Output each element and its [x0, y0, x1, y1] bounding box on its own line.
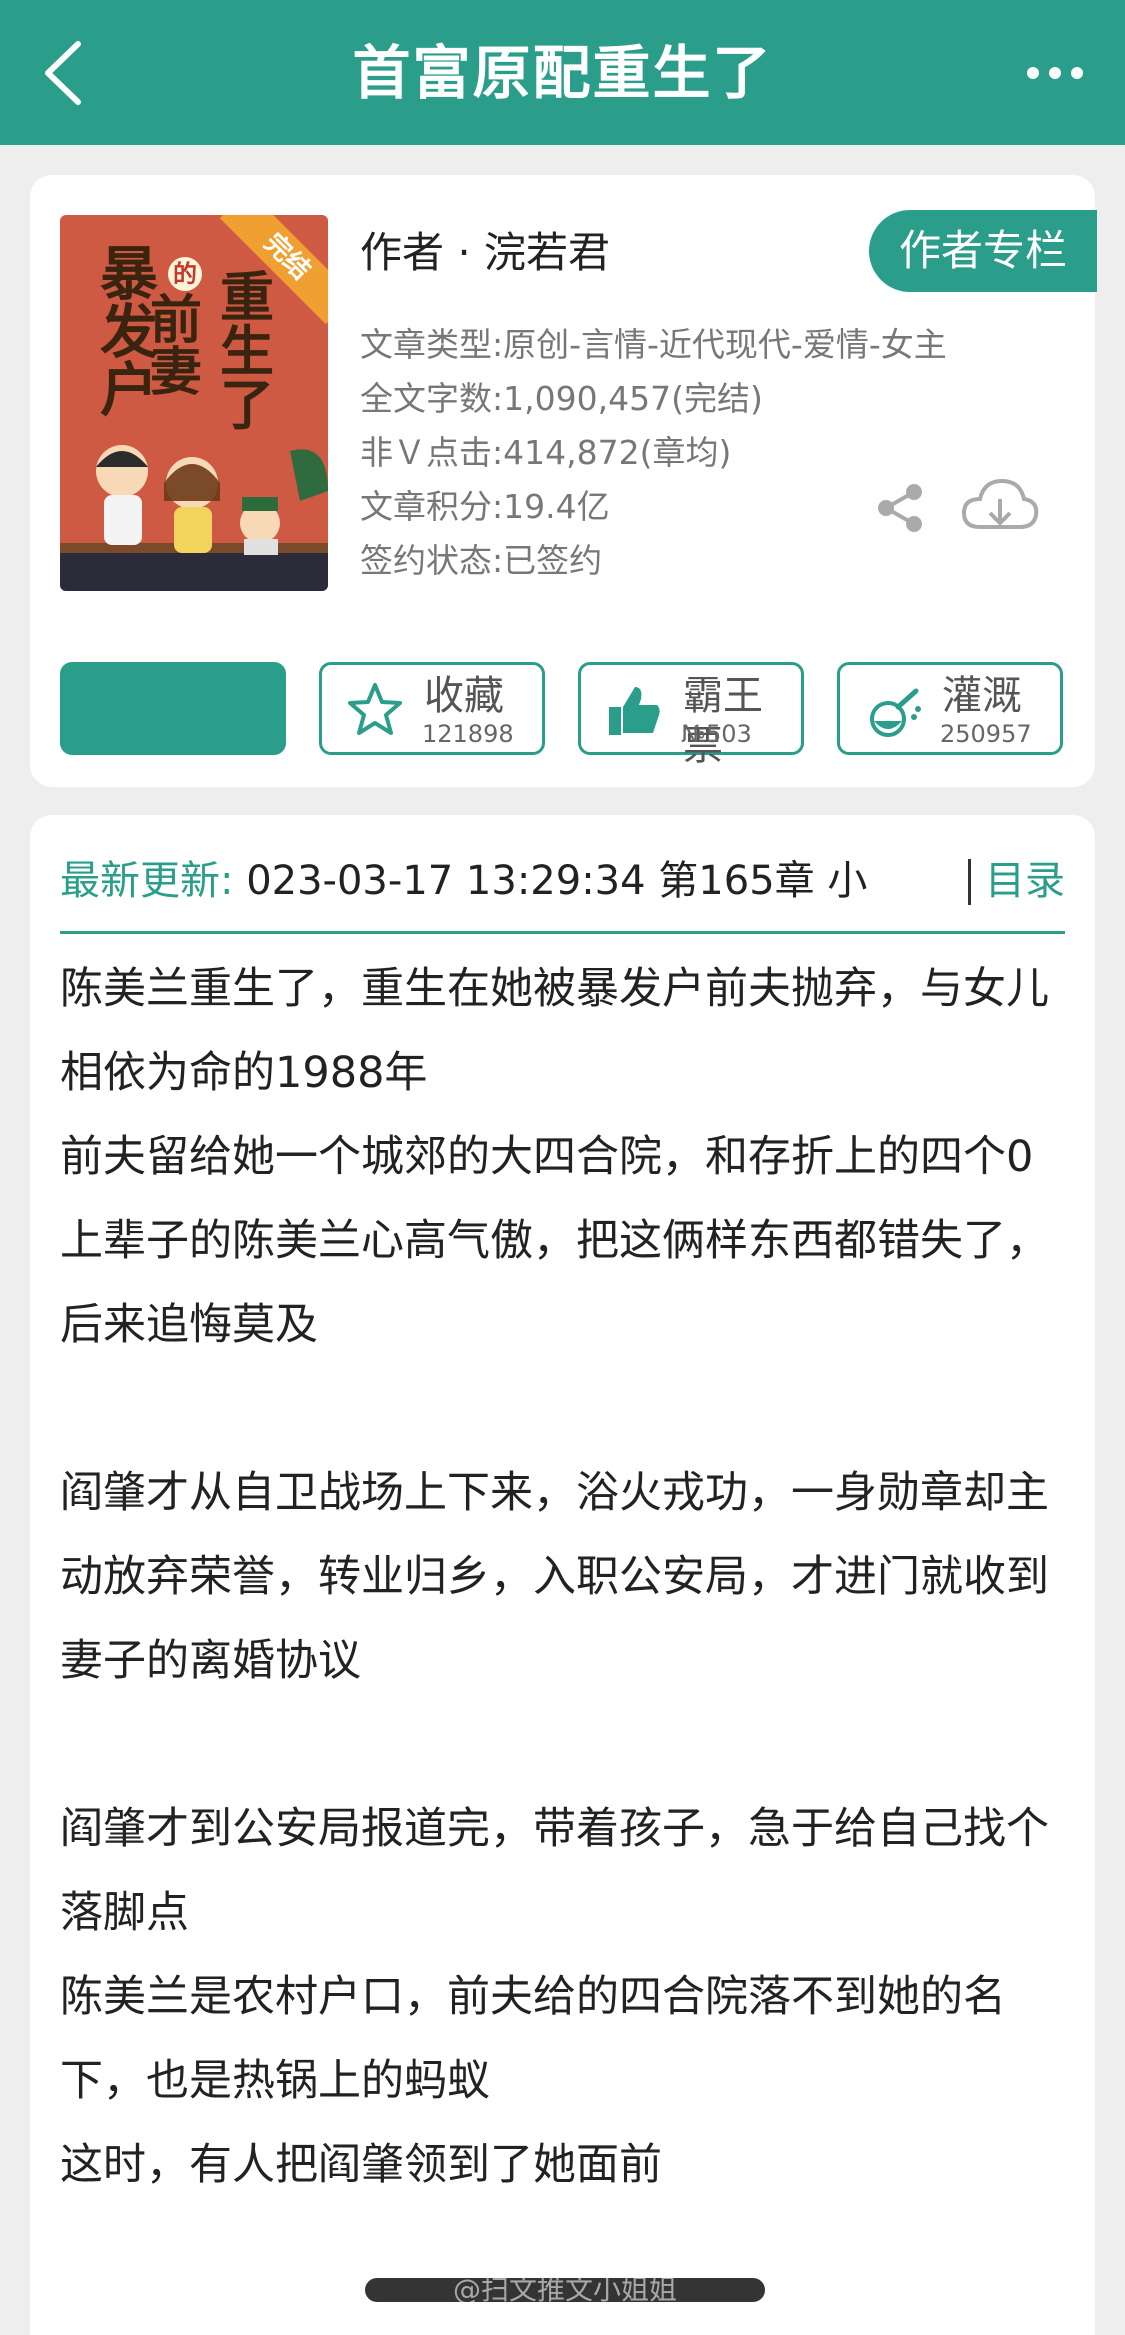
summary-gap — [60, 1703, 1070, 1787]
irrigate-count: 250957 — [940, 720, 1032, 748]
cover-illustration — [60, 445, 328, 591]
cover-title-de: 的 — [168, 257, 202, 291]
author-name[interactable]: 作者 · 浣若君 — [360, 225, 610, 281]
collect-button[interactable]: 收藏 121898 — [319, 662, 545, 755]
table-of-contents-link[interactable]: 目录 — [985, 851, 1065, 911]
star-icon — [348, 683, 402, 735]
author-column-button[interactable]: 作者专栏 — [869, 210, 1097, 292]
book-summary: 陈美兰重生了，重生在她被暴发户前夫抛弃，与女儿相依为命的1988年 前夫留给她一… — [60, 947, 1070, 2207]
cover-title-line-2: 前妻 — [150, 290, 203, 403]
update-underline — [60, 931, 1065, 934]
summary-card: 最新更新: 023-03-17 13:29:34 第165章 小 目录 陈美兰重… — [30, 815, 1095, 2335]
watermark: @扫文推文小姐姐 — [365, 2278, 765, 2302]
collect-count: 121898 — [422, 720, 514, 748]
irrigate-label: 灌溉 — [942, 673, 1022, 719]
latest-update-value: 023-03-17 13:29:34 第165章 小 — [233, 858, 868, 904]
latest-update-bar[interactable]: 最新更新: 023-03-17 13:29:34 第165章 小 目录 — [60, 851, 1065, 911]
summary-paragraph: 上辈子的陈美兰心高气傲，把这俩样东西都错失了，后来追悔莫及 — [60, 1216, 1049, 1350]
thumbs-up-icon — [609, 687, 660, 735]
more-options-icon[interactable] — [1025, 58, 1085, 88]
meta-score: 文章积分:19.4亿 — [360, 487, 610, 526]
meta-type: 文章类型:原创-言情-近代现代-爱情-女主 — [360, 325, 947, 364]
summary-paragraph: 陈美兰重生了，重生在她被暴发户前夫抛弃，与女儿相依为命的1988年 — [60, 964, 1049, 1098]
cloud-download-icon[interactable] — [960, 475, 1040, 541]
summary-paragraph: 阎肇才到公安局报道完，带着孩子，急于给自己找个落脚点 — [60, 1804, 1049, 1938]
summary-paragraph: 这时，有人把阎肇领到了她面前 — [60, 2140, 662, 2190]
latest-update-label: 最新更新: — [60, 858, 234, 904]
summary-gap — [60, 1367, 1070, 1451]
top-bar: 首富原配重生了 — [0, 0, 1125, 145]
irrigate-button[interactable]: 灌溉 250957 — [837, 662, 1063, 755]
summary-paragraph: 前夫留给她一个城郊的大四合院，和存折上的四个0 — [60, 1132, 1034, 1182]
watering-can-icon — [870, 688, 921, 737]
summary-paragraph: 阎肇才从自卫战场上下来，浴火戎功，一身勋章却主动放弃荣誉，转业归乡，入职公安局，… — [60, 1468, 1049, 1686]
cover-title-line-3: 重生了 — [220, 265, 274, 437]
bawang-ticket-count: №503 — [681, 720, 752, 748]
meta-clicks: 非Ｖ点击:414,872(章均) — [360, 433, 732, 472]
meta-contract: 签约状态:已签约 — [360, 541, 603, 580]
page-title: 首富原配重生了 — [352, 39, 773, 107]
book-cover[interactable]: 暴发户 的 前妻 重生了 完结 — [60, 215, 328, 591]
book-info-card: 暴发户 的 前妻 重生了 完结 作者 · 浣若君 作者专栏 文章类型:原创-言情… — [30, 175, 1097, 787]
collect-label: 收藏 — [424, 673, 504, 719]
primary-action-button[interactable] — [60, 662, 286, 755]
meta-word-count: 全文字数:1,090,457(完结) — [360, 379, 763, 418]
bawang-ticket-button[interactable]: 霸王票 №503 — [578, 662, 804, 769]
summary-paragraph: 陈美兰是农村户口，前夫给的四合院落不到她的名下，也是热锅上的蚂蚁 — [60, 1972, 1006, 2106]
share-icon[interactable] — [872, 480, 928, 536]
update-divider — [968, 859, 971, 905]
